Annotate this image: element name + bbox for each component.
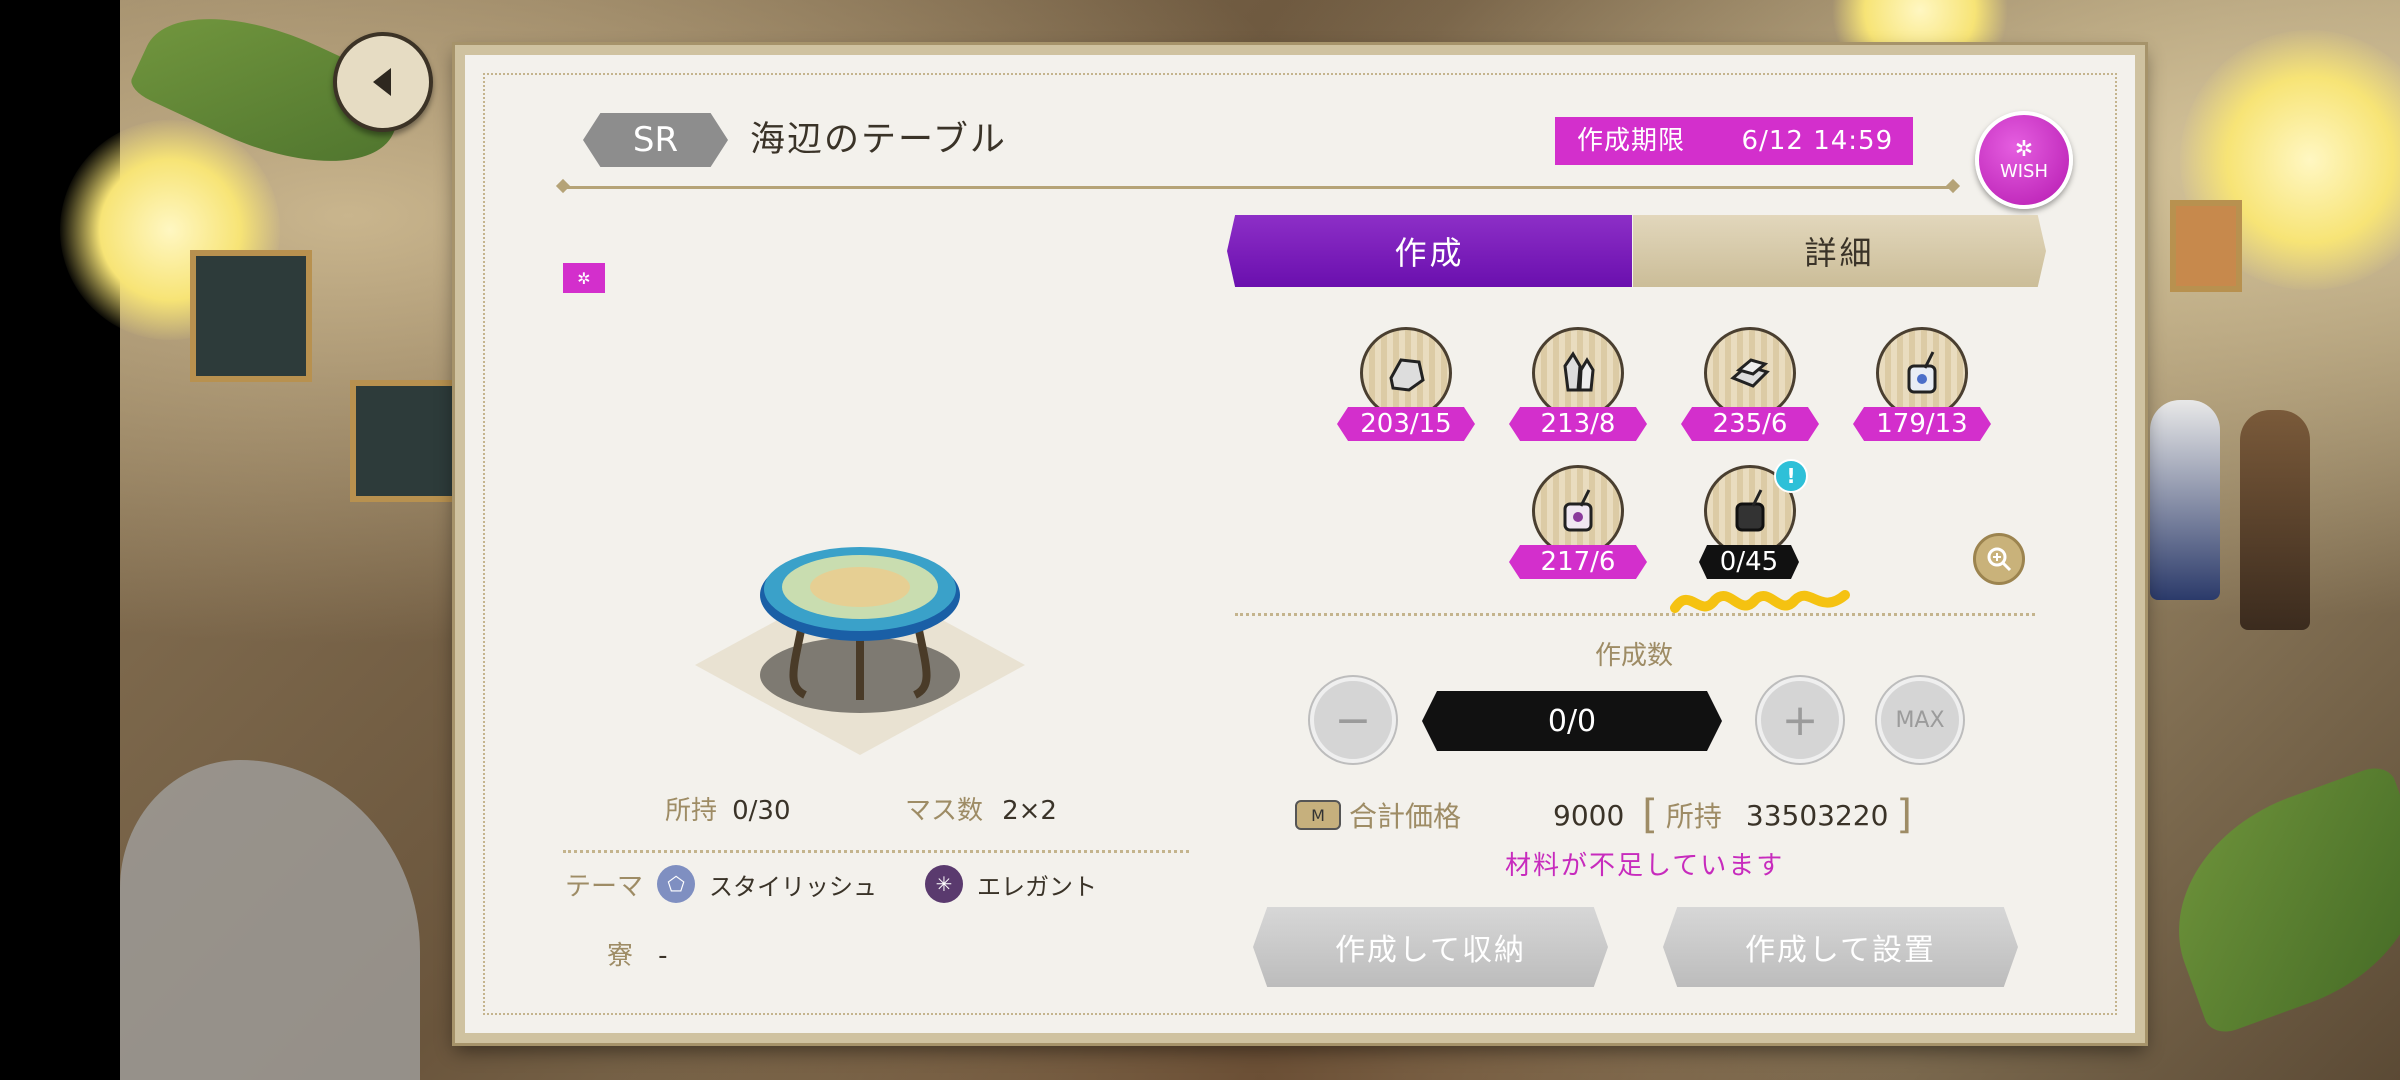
elegant-theme-icon: ✳ bbox=[925, 865, 964, 903]
craft-dialog: SR 海辺のテーブル 作成期限 6/12 14:59 ✲ WISH ✲ 所持 0… bbox=[455, 45, 2145, 1043]
create-and-store-label: 作成して収納 bbox=[1334, 933, 1527, 968]
stylish-theme-icon: ⬠ bbox=[657, 865, 696, 903]
bracket-open: [ bbox=[1642, 792, 1658, 838]
character-figure-1 bbox=[2150, 400, 2220, 600]
materials-divider bbox=[1235, 613, 2035, 616]
tab-create-label: 作成 bbox=[1394, 234, 1465, 272]
price-label: 合計価格 bbox=[1349, 800, 1462, 833]
deadline-value: 6/12 14:59 bbox=[1741, 126, 1894, 156]
material-slot[interactable]: 217/6 bbox=[1497, 465, 1647, 585]
money-owned-value: 33503220 bbox=[1745, 798, 1889, 832]
info-divider bbox=[563, 850, 1189, 853]
tab-detail[interactable]: 詳細 bbox=[1633, 215, 2046, 287]
bracket-close: ] bbox=[1896, 792, 1913, 838]
money-owned-label: 所持 bbox=[1665, 800, 1722, 833]
dorm-value: - bbox=[658, 941, 668, 971]
material-slot[interactable]: 235/6 bbox=[1669, 327, 1819, 447]
owned-value: 0/30 bbox=[732, 796, 791, 826]
material-slot[interactable]: ! 0/45 bbox=[1669, 459, 1809, 585]
dorm-label: 寮 bbox=[607, 941, 634, 971]
coin-icon: M bbox=[1295, 800, 1341, 830]
create-and-place-button[interactable]: 作成して設置 bbox=[1663, 907, 2018, 987]
owned-label: 所持 bbox=[665, 796, 718, 826]
material-count: 217/6 bbox=[1509, 545, 1647, 579]
size-label: マス数 bbox=[905, 796, 984, 826]
material-count: 0/45 bbox=[1699, 545, 1799, 579]
back-button[interactable] bbox=[333, 32, 433, 132]
material-slot[interactable]: 203/15 bbox=[1325, 327, 1475, 447]
theme-elegant: エレガント bbox=[977, 872, 1098, 901]
alert-badge: ! bbox=[1774, 459, 1808, 493]
character-figure-2 bbox=[2240, 410, 2310, 630]
dorm-row: 寮 - bbox=[607, 935, 668, 972]
deadline-label: 作成期限 bbox=[1577, 126, 1686, 156]
deadline-banner: 作成期限 6/12 14:59 bbox=[1555, 117, 1913, 165]
plant-bottom-right bbox=[2143, 761, 2400, 1039]
plus-icon: + bbox=[1781, 694, 1819, 746]
rarity-badge: SR bbox=[583, 113, 728, 167]
size-value: 2×2 bbox=[1002, 796, 1057, 826]
ingot-icon bbox=[1704, 327, 1796, 419]
max-button[interactable]: MAX bbox=[1877, 677, 1963, 763]
chevron-left-icon bbox=[373, 68, 391, 96]
minus-icon: − bbox=[1334, 694, 1372, 746]
quantity-display: 0/0 bbox=[1422, 691, 1722, 751]
sparkle-tag: ✲ bbox=[563, 263, 605, 293]
purple-jar-icon bbox=[1532, 465, 1624, 557]
tab-detail-label: 詳細 bbox=[1804, 234, 1875, 272]
rock-bottom-left bbox=[120, 760, 420, 1080]
create-and-store-button[interactable]: 作成して収納 bbox=[1253, 907, 1608, 987]
furniture-preview bbox=[695, 547, 1025, 755]
wall-painting-2 bbox=[350, 380, 472, 502]
price-row: M 合計価格 9000 [ 所持 33503220 ] bbox=[1295, 792, 1912, 838]
quantity-label: 作成数 bbox=[1595, 641, 1674, 671]
material-slot[interactable]: 179/13 bbox=[1841, 327, 1991, 447]
item-name: 海辺のテーブル bbox=[750, 120, 1007, 160]
theme-stylish: スタイリッシュ bbox=[709, 872, 878, 901]
stone-icon bbox=[1360, 327, 1452, 419]
wish-label: WISH bbox=[1999, 160, 2049, 182]
crystal-icon bbox=[1532, 327, 1624, 419]
material-count: 179/13 bbox=[1853, 407, 1991, 441]
wall-painting-3 bbox=[2170, 200, 2242, 292]
wall-painting-1 bbox=[190, 250, 312, 382]
size-info: マス数 2×2 bbox=[905, 790, 1057, 827]
wish-button[interactable]: ✲ WISH bbox=[1975, 111, 2073, 209]
create-and-place-label: 作成して設置 bbox=[1744, 933, 1937, 968]
plus-button[interactable]: + bbox=[1757, 677, 1843, 763]
material-count: 213/8 bbox=[1509, 407, 1647, 441]
material-slot[interactable]: 213/8 bbox=[1497, 327, 1647, 447]
zoom-in-icon bbox=[1987, 547, 2012, 572]
blue-jar-icon bbox=[1876, 327, 1968, 419]
theme-row: テーマ ⬠ スタイリッシュ ✳ エレガント bbox=[565, 865, 1097, 903]
tab-create[interactable]: 作成 bbox=[1227, 215, 1632, 287]
owned-info: 所持 0/30 bbox=[665, 790, 791, 827]
theme-label: テーマ bbox=[565, 871, 644, 902]
zoom-button[interactable] bbox=[1973, 533, 2025, 585]
max-label: MAX bbox=[1895, 707, 1945, 733]
price-value: 9000 bbox=[1553, 798, 1625, 832]
minus-button[interactable]: − bbox=[1310, 677, 1396, 763]
material-count: 235/6 bbox=[1681, 407, 1819, 441]
sparkle-icon: ✲ bbox=[577, 268, 591, 288]
sparkle-icon: ✲ bbox=[2014, 136, 2034, 162]
title-divider bbox=[563, 186, 1953, 189]
material-count: 203/15 bbox=[1337, 407, 1475, 441]
insufficient-materials-warning: 材料が不足しています bbox=[1505, 851, 1785, 881]
